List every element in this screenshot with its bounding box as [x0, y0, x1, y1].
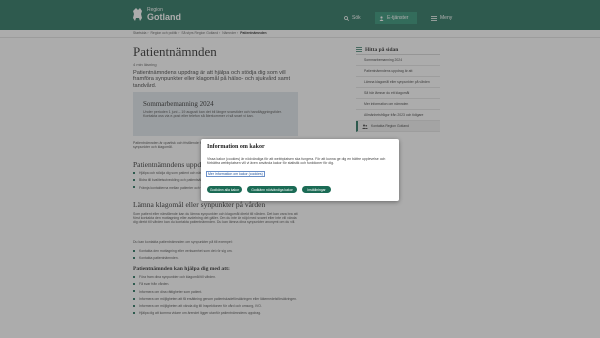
cookie-dialog: Information om kakor Vissa kakor (cookie… [201, 139, 399, 201]
cookie-info-link[interactable]: Mer information om kakor (cookies) [206, 171, 265, 177]
cookie-dialog-title: Information om kakor [207, 144, 265, 150]
accept-necessary-cookies-button[interactable]: Godkänn nödvändiga kakor [247, 186, 297, 193]
accept-all-cookies-button[interactable]: Godkänn alla kakor [207, 186, 242, 193]
cookie-dialog-text: Vissa kakor (cookies) är nödvändiga för … [207, 157, 386, 166]
cookie-settings-button[interactable]: Inställningar [302, 186, 331, 193]
